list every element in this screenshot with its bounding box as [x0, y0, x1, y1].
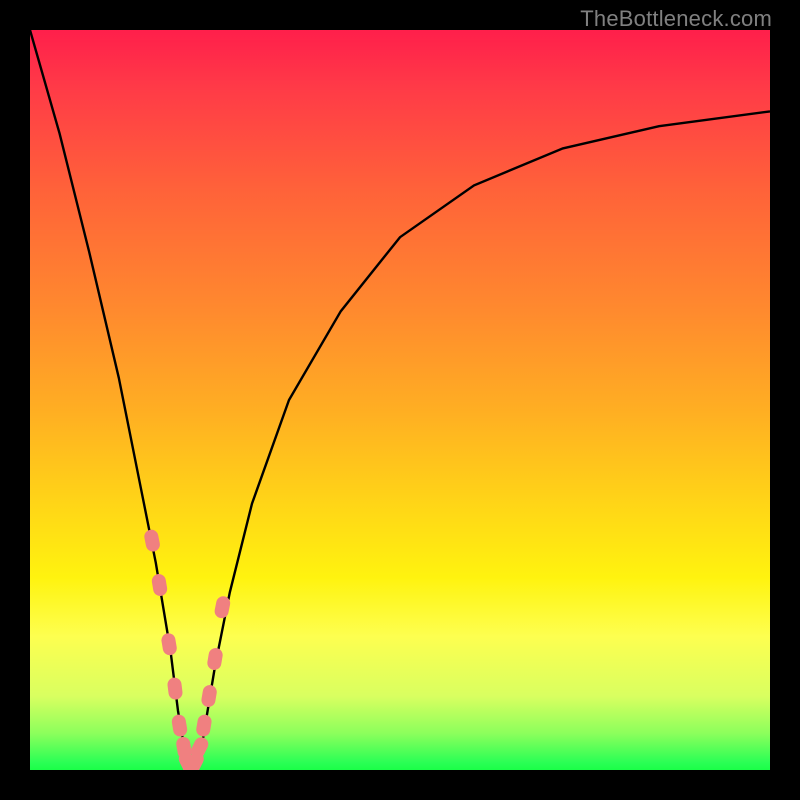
marker-capsule [167, 677, 184, 701]
watermark-text: TheBottleneck.com [580, 6, 772, 32]
marker-capsule [160, 632, 177, 656]
marker-capsule [151, 573, 168, 597]
bottleneck-curve-svg [30, 30, 770, 770]
marker-capsule [206, 647, 223, 671]
chart-frame: TheBottleneck.com [0, 0, 800, 800]
marker-capsule [171, 714, 188, 738]
bottleneck-curve [30, 30, 770, 770]
plot-area [30, 30, 770, 770]
marker-capsule [143, 528, 161, 552]
marker-capsule [200, 684, 217, 708]
marker-capsule [195, 714, 212, 738]
